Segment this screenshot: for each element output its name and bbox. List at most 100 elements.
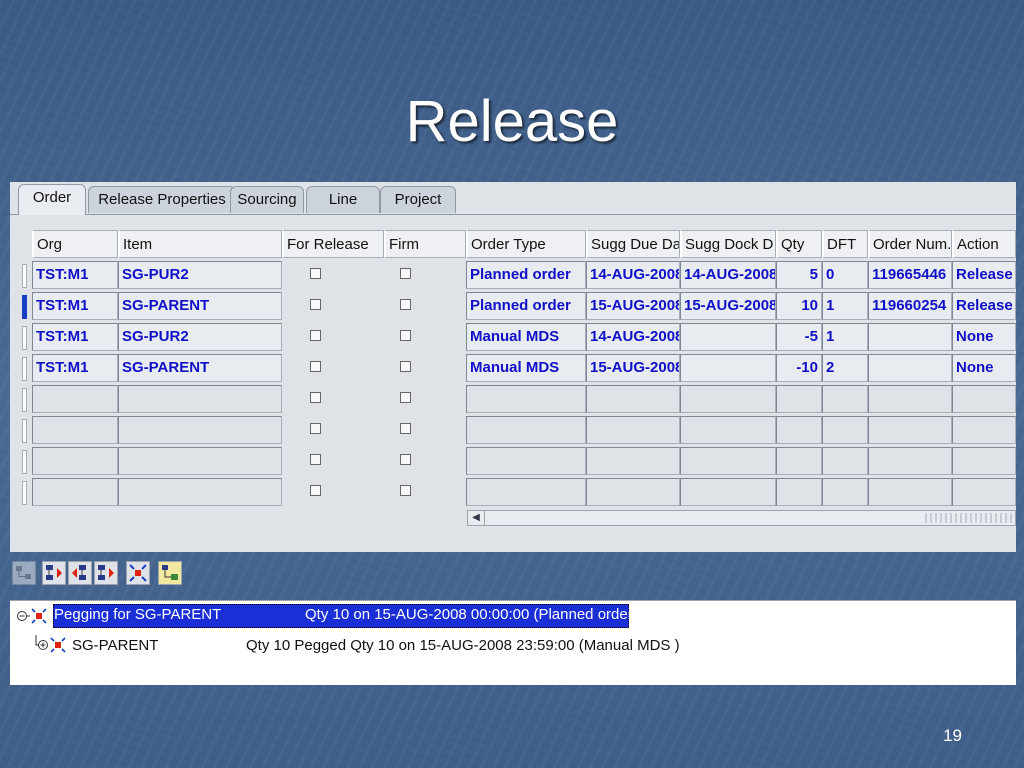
cell-sugg-due-date[interactable]: 15-AUG-2008	[586, 292, 680, 320]
cell-org[interactable]: TST:M1	[32, 354, 118, 382]
column-header-item[interactable]: Item	[118, 230, 282, 258]
cell-action[interactable]: None	[952, 323, 1016, 351]
tree-expand-root-icon[interactable]	[16, 607, 52, 629]
cell-action[interactable]: Release	[952, 261, 1016, 289]
cell-order-num[interactable]: 119665446	[868, 261, 952, 289]
cell-qty[interactable]	[776, 478, 822, 506]
cell-qty[interactable]: 10	[776, 292, 822, 320]
cell-order-num[interactable]	[868, 416, 952, 444]
cell-firm[interactable]	[384, 478, 466, 506]
column-header-dft[interactable]: DFT	[822, 230, 868, 258]
firm-checkbox[interactable]	[400, 361, 411, 372]
expand-down-icon[interactable]	[42, 561, 66, 585]
cell-order-type[interactable]	[466, 416, 586, 444]
cell-firm[interactable]	[384, 416, 466, 444]
cell-order-num[interactable]	[868, 323, 952, 351]
firm-checkbox[interactable]	[400, 485, 411, 496]
firm-checkbox[interactable]	[400, 423, 411, 434]
row-selector[interactable]	[22, 295, 27, 319]
cell-for-release[interactable]	[282, 478, 384, 506]
row-selector[interactable]	[22, 357, 27, 381]
cell-order-num[interactable]	[868, 478, 952, 506]
cell-sugg-due-date[interactable]: 14-AUG-2008	[586, 323, 680, 351]
tree-node-child-label[interactable]: SG-PARENT	[72, 637, 158, 654]
cell-sugg-dock-date[interactable]: 14-AUG-2008	[680, 261, 776, 289]
tab-sourcing[interactable]: Sourcing	[230, 186, 304, 213]
cell-org[interactable]	[32, 478, 118, 506]
for-release-checkbox[interactable]	[310, 454, 321, 465]
cell-action[interactable]: None	[952, 354, 1016, 382]
cell-dft[interactable]	[822, 385, 868, 413]
cell-firm[interactable]	[384, 385, 466, 413]
cell-for-release[interactable]	[282, 261, 384, 289]
for-release-checkbox[interactable]	[310, 330, 321, 341]
cell-org[interactable]: TST:M1	[32, 323, 118, 351]
cell-firm[interactable]	[384, 447, 466, 475]
cell-dft[interactable]	[822, 416, 868, 444]
cell-dft[interactable]	[822, 478, 868, 506]
row-selector[interactable]	[22, 326, 27, 350]
cell-order-type[interactable]: Manual MDS	[466, 323, 586, 351]
column-header-order-num[interactable]: Order Num.	[868, 230, 952, 258]
expand-all-icon[interactable]	[126, 561, 150, 585]
cell-action[interactable]	[952, 385, 1016, 413]
move-left-icon[interactable]	[68, 561, 92, 585]
column-header-qty[interactable]: Qty	[776, 230, 822, 258]
cell-action[interactable]	[952, 447, 1016, 475]
cell-order-num[interactable]	[868, 447, 952, 475]
cell-dft[interactable]: 2	[822, 354, 868, 382]
cell-firm[interactable]	[384, 354, 466, 382]
cell-item[interactable]	[118, 416, 282, 444]
cell-sugg-due-date[interactable]: 14-AUG-2008	[586, 261, 680, 289]
cell-qty[interactable]: -10	[776, 354, 822, 382]
column-header-org[interactable]: Org	[32, 230, 118, 258]
show-legend-icon[interactable]	[158, 561, 182, 585]
column-header-order-type[interactable]: Order Type	[466, 230, 586, 258]
firm-checkbox[interactable]	[400, 392, 411, 403]
cell-sugg-dock-date[interactable]	[680, 478, 776, 506]
table-row[interactable]: TST:M1 SG-PUR2 Planned order 14-AUG-2008 14-…	[20, 261, 1016, 289]
cell-org[interactable]	[32, 447, 118, 475]
scroll-left-icon[interactable]: ◀	[468, 511, 485, 525]
cell-order-type[interactable]: Manual MDS	[466, 354, 586, 382]
cell-firm[interactable]	[384, 261, 466, 289]
firm-checkbox[interactable]	[400, 454, 411, 465]
cell-sugg-dock-date[interactable]	[680, 354, 776, 382]
cell-item[interactable]: SG-PUR2	[118, 261, 282, 289]
cell-item[interactable]: SG-PARENT	[118, 292, 282, 320]
cell-sugg-dock-date[interactable]	[680, 447, 776, 475]
firm-checkbox[interactable]	[400, 268, 411, 279]
tab-line[interactable]: Line	[306, 186, 380, 213]
cell-org[interactable]: TST:M1	[32, 292, 118, 320]
cell-item[interactable]	[118, 447, 282, 475]
cell-sugg-dock-date[interactable]: 15-AUG-2008	[680, 292, 776, 320]
cell-order-num[interactable]: 119660254	[868, 292, 952, 320]
column-header-action[interactable]: Action	[952, 230, 1016, 258]
cell-firm[interactable]	[384, 323, 466, 351]
tab-release-properties[interactable]: Release Properties	[88, 186, 236, 213]
row-selector[interactable]	[22, 481, 27, 505]
cell-qty[interactable]: 5	[776, 261, 822, 289]
row-selector[interactable]	[22, 388, 27, 412]
tree-expand-child-icon[interactable]	[34, 635, 72, 659]
cell-order-type[interactable]: Planned order	[466, 292, 586, 320]
tab-order[interactable]: Order	[18, 184, 86, 215]
table-row[interactable]: TST:M1 SG-PARENT Planned order 15-AUG-2008 1…	[20, 292, 1016, 320]
cell-org[interactable]	[32, 416, 118, 444]
cell-action[interactable]	[952, 416, 1016, 444]
cell-qty[interactable]: -5	[776, 323, 822, 351]
table-row-empty[interactable]	[20, 478, 1016, 506]
table-row[interactable]: TST:M1 SG-PARENT Manual MDS 15-AUG-2008 -10 2…	[20, 354, 1016, 382]
cell-order-type[interactable]: Planned order	[466, 261, 586, 289]
table-row-empty[interactable]	[20, 416, 1016, 444]
for-release-checkbox[interactable]	[310, 392, 321, 403]
table-row-empty[interactable]	[20, 385, 1016, 413]
cell-sugg-due-date[interactable]	[586, 478, 680, 506]
cell-sugg-due-date[interactable]	[586, 385, 680, 413]
for-release-checkbox[interactable]	[310, 485, 321, 496]
cell-org[interactable]	[32, 385, 118, 413]
collapse-tree-icon[interactable]	[12, 561, 36, 585]
table-row-empty[interactable]	[20, 447, 1016, 475]
cell-action[interactable]	[952, 478, 1016, 506]
cell-for-release[interactable]	[282, 323, 384, 351]
